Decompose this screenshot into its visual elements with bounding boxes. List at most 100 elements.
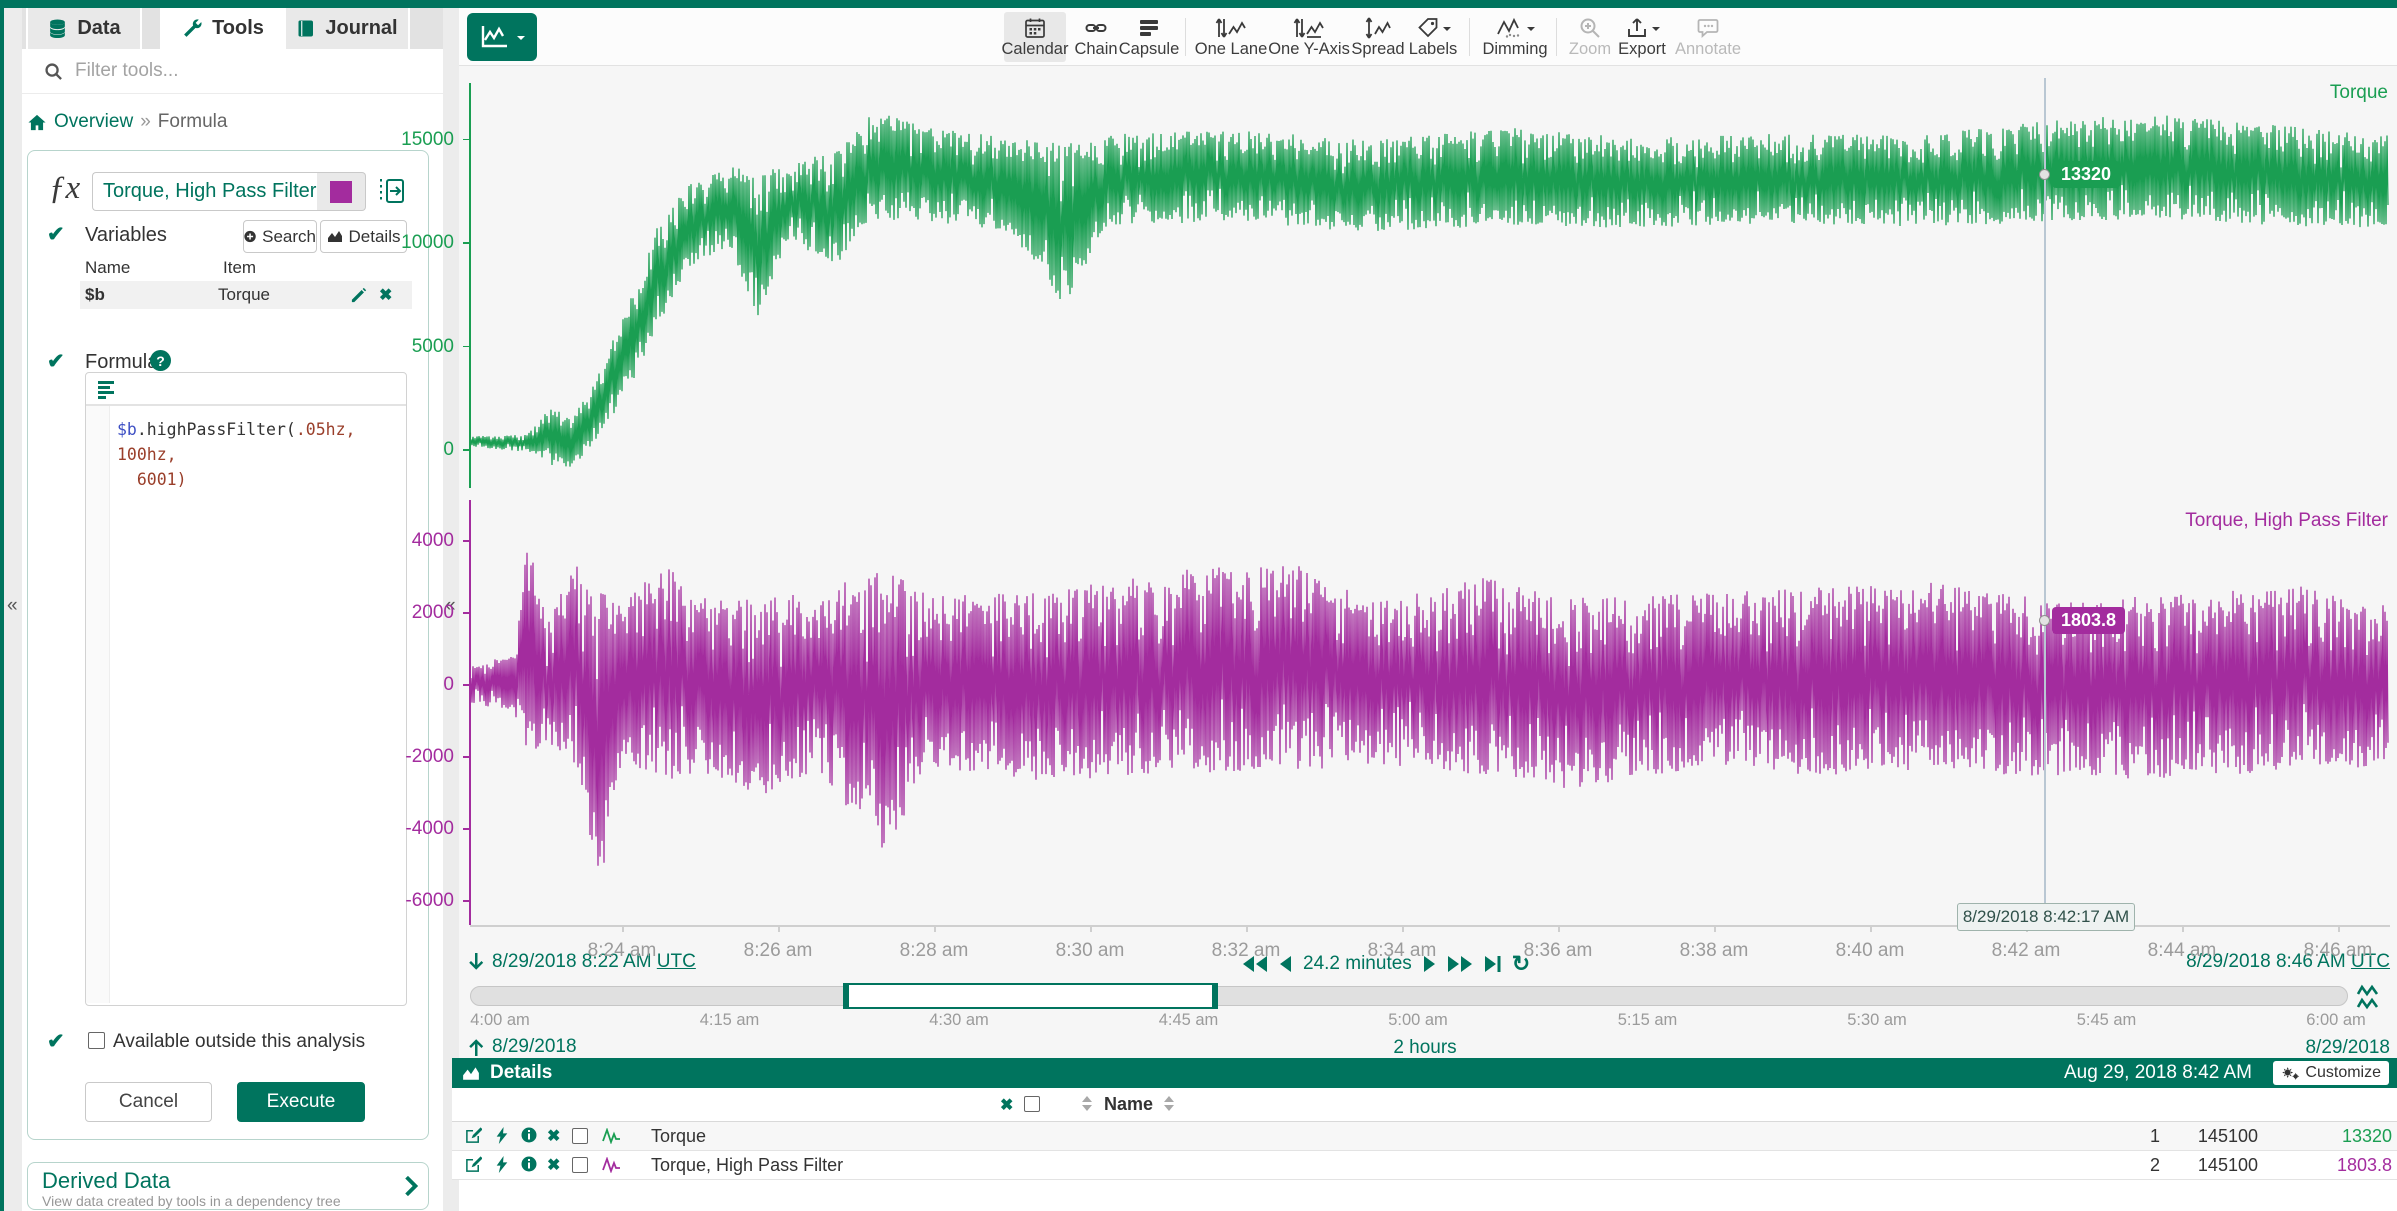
x-tick-label: 8:24 am <box>567 940 677 962</box>
tab-data[interactable]: Data <box>26 8 142 49</box>
tab-data-label: Data <box>77 17 120 40</box>
x-tick-label: 8:34 am <box>1347 940 1457 962</box>
lane1-series-label[interactable]: Torque <box>1988 82 2388 104</box>
formula-fx-icon: ƒx <box>49 170 80 207</box>
toolbar-button-one-lane[interactable]: One Lane <box>1196 12 1266 62</box>
lane2-ytick-mark <box>463 612 470 614</box>
x-tick-label: 8:40 am <box>1815 940 1925 962</box>
select-all-checkbox[interactable] <box>1024 1096 1040 1112</box>
info-icon[interactable] <box>521 1127 537 1143</box>
spread-icon <box>1365 15 1391 40</box>
formula-code[interactable]: $b.highPassFilter(.05hz, 100hz, 6001) <box>117 417 397 492</box>
seeq-workbench: « Data Tools Journal Overview » Formula … <box>0 0 2397 1211</box>
toolbar-button-one-y-axis[interactable]: One Y-Axis <box>1271 12 1347 62</box>
toolbar-button-labels[interactable]: Labels <box>1407 12 1459 62</box>
tab-tools[interactable]: Tools <box>160 8 286 49</box>
info-icon[interactable] <box>521 1156 537 1172</box>
details-column-header: ✖ Name Lane Count <box>452 1088 2397 1122</box>
auto-update-icon[interactable] <box>2356 984 2390 1010</box>
annotate-icon <box>1696 15 1720 40</box>
breadcrumb-separator: » <box>140 111 151 133</box>
selection-left-handle[interactable] <box>843 983 849 1009</box>
lane2-ytick-mark <box>463 756 470 758</box>
tab-journal[interactable]: Journal <box>284 8 410 49</box>
sidebar-tabbar: Data Tools Journal <box>22 8 459 49</box>
filter-tools-input[interactable] <box>73 59 397 83</box>
code-variable: $b <box>117 420 137 439</box>
derived-data-title: Derived Data <box>42 1168 170 1194</box>
x-tick-label: 8:26 am <box>723 940 833 962</box>
derived-data-card[interactable]: Derived Data View data created by tools … <box>27 1162 429 1210</box>
panel-expand-icon[interactable] <box>378 176 406 206</box>
color-swatch-button[interactable] <box>317 172 366 211</box>
breadcrumb-overview-link[interactable]: Overview <box>54 111 133 133</box>
remove-all-icon[interactable]: ✖ <box>1000 1095 1013 1115</box>
available-outside-checkbox[interactable] <box>88 1032 105 1049</box>
toolbar-button-capsule[interactable]: Capsule <box>1121 12 1177 62</box>
investigate-end-date[interactable]: 8/29/2018 <box>2190 1037 2390 1059</box>
filter-tools-row <box>22 49 443 94</box>
edit-icon[interactable] <box>465 1127 482 1144</box>
selection-right-handle[interactable] <box>1212 983 1218 1009</box>
x-tick-label: 8:30 am <box>1035 940 1145 962</box>
timeline-tick-label: 5:45 am <box>2062 1011 2152 1030</box>
lane2-highpass-chart[interactable] <box>459 494 2397 925</box>
collapse-left-icon[interactable]: « <box>7 596 18 615</box>
lane2-series-label[interactable]: Torque, High Pass Filter <box>1988 510 2388 532</box>
remove-icon[interactable]: ✖ <box>547 1126 560 1146</box>
cancel-button[interactable]: Cancel <box>85 1082 212 1122</box>
variables-label: Variables <box>85 224 167 247</box>
formula-lines-icon[interactable] <box>96 379 116 399</box>
lane1-ytick-mark <box>463 242 470 244</box>
execute-button[interactable]: Execute <box>237 1082 365 1122</box>
x-tick-label: 8:46 am <box>2283 940 2393 962</box>
x-tick-mark <box>934 925 936 932</box>
x-tick-mark <box>1402 925 1404 932</box>
toolbar-button-export[interactable]: Export <box>1615 12 1669 62</box>
remove-variable-icon[interactable]: ✖ <box>379 285 392 305</box>
step-to-end-icon[interactable] <box>1484 955 1501 973</box>
x-tick-mark <box>1870 925 1872 932</box>
lane2-ytick-4000: 4000 <box>374 530 454 552</box>
formula-label: Formula <box>85 351 158 374</box>
send-lightning-icon[interactable] <box>495 1156 509 1173</box>
row-checkbox[interactable] <box>572 1157 588 1173</box>
customize-button[interactable]: Customize <box>2273 1061 2389 1085</box>
home-icon[interactable] <box>27 113 47 132</box>
left-collapse-rail[interactable]: « <box>4 8 22 1211</box>
row-value: 1803.8 <box>2282 1155 2392 1176</box>
lane2-ytick-mark <box>463 900 470 902</box>
lane1-torque-chart[interactable] <box>459 75 2397 490</box>
row-checkbox[interactable] <box>572 1128 588 1144</box>
investigate-duration[interactable]: 2 hours <box>1325 1037 1525 1059</box>
formula-editor[interactable]: $b.highPassFilter(.05hz, 100hz, 6001) <box>85 372 407 1006</box>
toolbar-button-spread[interactable]: Spread <box>1352 12 1404 62</box>
x-tick-label: 8:38 am <box>1659 940 1769 962</box>
details-row-2[interactable]: ✖Torque, High Pass Filter21451001803.8 <box>452 1151 2397 1180</box>
investigate-timeline-track[interactable] <box>470 986 2348 1006</box>
calendar-icon <box>1023 15 1047 40</box>
name-column-header[interactable]: Name <box>1104 1094 1153 1115</box>
timeline-tick-label: 4:00 am <box>455 1011 545 1030</box>
edit-icon[interactable] <box>465 1156 482 1173</box>
toolbar-button-dimming[interactable]: Dimming <box>1482 12 1548 62</box>
remove-icon[interactable]: ✖ <box>547 1155 560 1175</box>
lane1-ytick-mark <box>463 139 470 141</box>
sort-icon[interactable] <box>1082 1096 1092 1111</box>
name-sort-icon[interactable] <box>1164 1096 1174 1111</box>
investigate-start-date[interactable]: 8/29/2018 <box>492 1036 577 1058</box>
wrench-icon <box>182 18 203 39</box>
edit-pencil-icon[interactable] <box>350 287 367 304</box>
variable-search-button[interactable]: Search <box>243 220 317 253</box>
gears-icon <box>2281 1065 2300 1081</box>
view-mode-dropdown[interactable] <box>467 13 537 61</box>
timeline-selection-window[interactable] <box>843 983 1218 1009</box>
timeline-tick-label: 4:30 am <box>914 1011 1004 1030</box>
lane2-ytick--4000: -4000 <box>374 818 454 840</box>
toolbar-button-chain[interactable]: Chain <box>1073 12 1119 62</box>
details-row-1[interactable]: ✖Torque114510013320 <box>452 1122 2397 1151</box>
formula-name-input[interactable] <box>92 172 327 211</box>
toolbar-button-calendar[interactable]: Calendar <box>1004 12 1066 62</box>
send-lightning-icon[interactable] <box>495 1127 509 1144</box>
formula-help-icon[interactable]: ? <box>150 350 171 371</box>
